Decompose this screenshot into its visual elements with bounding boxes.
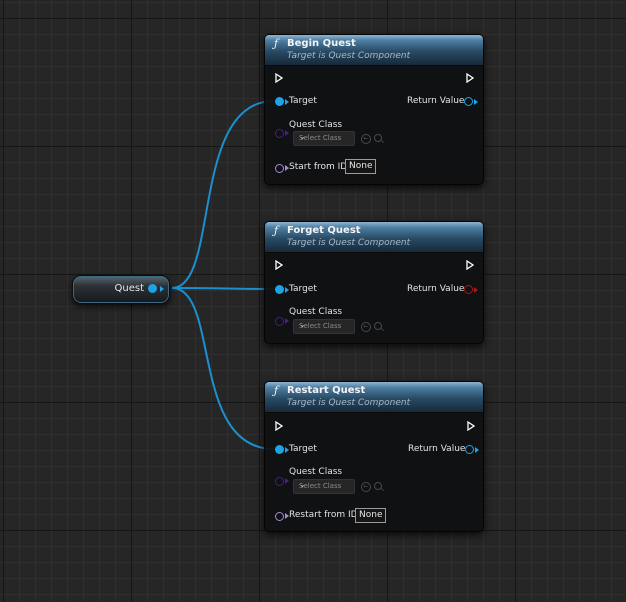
use-selected-icon[interactable]: ← [361, 134, 371, 144]
chevron-down-icon: ⌄ [299, 480, 306, 489]
quest-class-label: Quest Class [289, 307, 343, 317]
function-icon: ƒ [274, 37, 279, 50]
node-title: Begin Quest [287, 38, 356, 49]
function-icon: ƒ [274, 224, 279, 237]
target-label: Target [289, 96, 317, 106]
function-icon: ƒ [274, 384, 279, 397]
quest-class-label: Quest Class [289, 467, 343, 477]
return-value-pin[interactable] [464, 285, 473, 294]
quest-class-pin-arrow [285, 478, 289, 484]
quest-class-pin-arrow [285, 318, 289, 324]
start-from-id-label: Start from ID [289, 162, 348, 172]
wire-to-begin-quest [171, 100, 275, 289]
return-value-pin[interactable] [465, 445, 474, 454]
use-selected-icon[interactable]: ← [361, 482, 371, 492]
node-subtitle: Target is Quest Component [287, 51, 411, 61]
search-icon[interactable] [374, 322, 382, 330]
wire-to-forget-quest [171, 287, 275, 290]
quest-class-pin-arrow [285, 130, 289, 136]
begin-quest-node[interactable]: ƒ Begin Quest Target is Quest Component … [264, 34, 484, 185]
exec-in-pin-icon[interactable] [275, 260, 283, 270]
exec-in-pin-icon[interactable] [275, 421, 283, 431]
target-pin[interactable] [275, 285, 284, 294]
target-label: Target [289, 444, 317, 454]
quest-class-label: Quest Class [289, 120, 343, 130]
node-title: Restart Quest [287, 385, 366, 396]
exec-in-pin-icon[interactable] [275, 73, 283, 83]
restart-quest-header[interactable]: ƒ Restart Quest Target is Quest Componen… [265, 382, 483, 413]
start-from-id-input[interactable]: None [345, 159, 377, 174]
quest-variable-label: Quest [114, 283, 145, 294]
quest-class-dropdown[interactable]: Select Class ⌄ [293, 131, 355, 146]
node-subtitle: Target is Quest Component [287, 398, 411, 408]
node-title: Forget Quest [287, 225, 361, 236]
quest-variable-node[interactable]: Quest [72, 275, 170, 304]
return-value-label: Return Value [408, 444, 466, 454]
return-value-label: Return Value [407, 96, 465, 106]
chevron-down-icon: ⌄ [299, 320, 306, 329]
start-from-id-pin[interactable] [275, 164, 284, 173]
chevron-down-icon: ⌄ [299, 132, 306, 141]
forget-quest-node[interactable]: ƒ Forget Quest Target is Quest Component… [264, 221, 484, 344]
exec-out-pin-icon[interactable] [466, 73, 474, 83]
target-pin[interactable] [275, 445, 284, 454]
node-subtitle: Target is Quest Component [287, 238, 411, 248]
return-value-pin-arrow [474, 287, 478, 293]
target-pin[interactable] [275, 97, 284, 106]
quest-class-pin[interactable] [275, 129, 284, 138]
return-value-pin-arrow [475, 447, 479, 453]
restart-from-id-input[interactable]: None [355, 508, 387, 523]
target-label: Target [289, 284, 317, 294]
exec-out-pin-icon[interactable] [466, 260, 474, 270]
restart-from-id-label: Restart from ID [289, 510, 358, 520]
quest-class-pin[interactable] [275, 317, 284, 326]
begin-quest-header[interactable]: ƒ Begin Quest Target is Quest Component [265, 35, 483, 66]
return-value-pin-arrow [474, 99, 478, 105]
quest-class-dropdown[interactable]: Select Class ⌄ [293, 319, 355, 334]
search-icon[interactable] [374, 482, 382, 490]
use-selected-icon[interactable]: ← [361, 322, 371, 332]
quest-class-pin[interactable] [275, 477, 284, 486]
return-value-pin[interactable] [464, 97, 473, 106]
quest-class-dropdown[interactable]: Select Class ⌄ [293, 479, 355, 494]
quest-output-pin-arrow [160, 286, 164, 292]
return-value-label: Return Value [407, 284, 465, 294]
search-icon[interactable] [374, 134, 382, 142]
restart-quest-node[interactable]: ƒ Restart Quest Target is Quest Componen… [264, 381, 484, 532]
restart-from-id-pin[interactable] [275, 512, 284, 521]
quest-output-pin[interactable] [148, 284, 157, 293]
wire-to-restart-quest [171, 287, 275, 450]
forget-quest-header[interactable]: ƒ Forget Quest Target is Quest Component [265, 222, 483, 253]
exec-out-pin-icon[interactable] [467, 421, 475, 431]
